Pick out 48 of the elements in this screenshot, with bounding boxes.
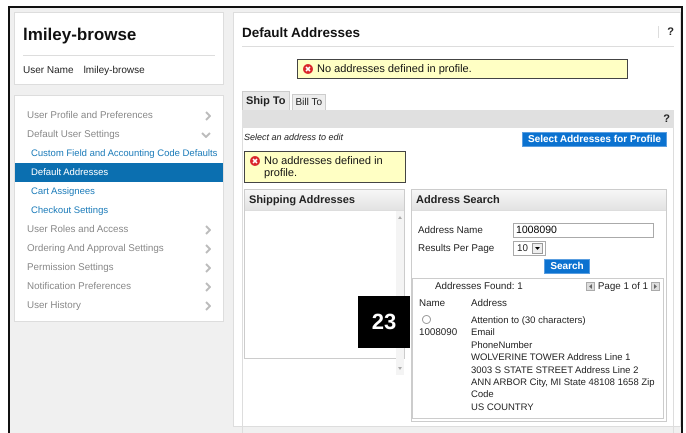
address-line: PhoneNumber	[471, 340, 534, 352]
error-text: No addresses defined in profile.	[264, 155, 384, 179]
error-icon	[250, 156, 260, 166]
user-name-value: lmiley-browse	[84, 65, 145, 76]
nav-subitem[interactable]: Custom Field and Accounting Code Defaults	[15, 144, 223, 163]
address-name-field[interactable]: 1008090	[513, 222, 654, 238]
results-per-page-dropdown[interactable]: 10	[513, 240, 546, 256]
table-cell-text: 1008090	[419, 327, 458, 338]
help-link[interactable]: ?	[658, 26, 674, 38]
nav-item[interactable]: User History	[15, 296, 223, 315]
step-number-badge: 23	[358, 296, 410, 348]
column-header: Address	[471, 298, 508, 309]
next-page-icon[interactable]	[651, 282, 660, 291]
field-label: Results Per Page	[418, 242, 496, 254]
address-line: ANN ARBOR City, MI State 48108 1658 Zip Code	[471, 377, 656, 402]
address-line: WOLVERINE TOWER Address Line 1	[471, 352, 632, 365]
address-line: Attention to (30 characters)	[471, 315, 587, 328]
error-text: No addresses defined in profile.	[317, 63, 472, 75]
nav-item[interactable]: User Roles and Access	[15, 220, 223, 239]
radio-button[interactable]	[422, 315, 431, 324]
nav-item[interactable]: Notification Preferences	[15, 277, 223, 296]
results-count: Addresses Found: 1	[435, 281, 523, 292]
nav-subitem[interactable]: Checkout Settings	[15, 201, 223, 220]
field-label: Address Name	[418, 224, 484, 236]
error-icon	[303, 64, 313, 74]
tab[interactable]: Bill To	[292, 94, 326, 110]
page-title: Default Addresses	[242, 24, 360, 40]
nav-subitem[interactable]: Default Addresses	[15, 163, 223, 182]
previous-page-icon[interactable]	[586, 282, 595, 291]
help-link[interactable]: ?	[655, 113, 670, 125]
hint-text: Select an address to edit	[244, 131, 344, 142]
nav-item[interactable]: Permission Settings	[15, 258, 223, 277]
tab[interactable]: Ship To	[242, 91, 290, 110]
page-indicator: Page 1 of 1	[598, 281, 648, 292]
address-line: Email	[471, 327, 496, 340]
search-button[interactable]: Search	[544, 259, 590, 274]
panel-header: Address Search	[412, 190, 666, 211]
address-line: 3003 S STATE STREET Address Line 2	[471, 364, 640, 378]
nav-item[interactable]: Default User Settings	[15, 125, 223, 144]
nav-item[interactable]: Ordering And Approval Settings	[15, 239, 223, 258]
select-addresses-button[interactable]: Select Addresses for Profile	[522, 132, 667, 147]
nav-item[interactable]: User Profile and Preferences	[15, 106, 223, 125]
panel-header: Shipping Addresses	[245, 190, 404, 211]
user-name-label: User Name	[23, 65, 74, 76]
profile-title: lmiley-browse	[23, 23, 215, 56]
column-header: Name	[419, 298, 446, 309]
nav-subitem[interactable]: Cart Assignees	[15, 182, 223, 201]
address-line: US COUNTRY	[471, 402, 535, 414]
